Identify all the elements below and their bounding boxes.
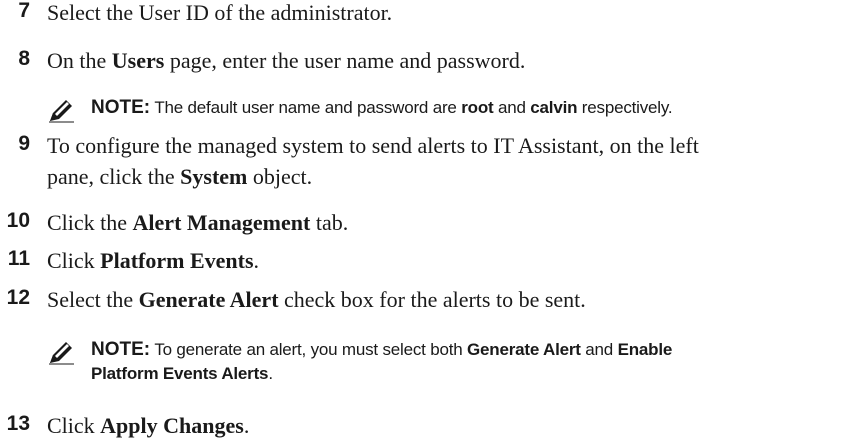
ui-term: Users xyxy=(111,48,165,73)
step-text: On the Users page, enter the user name a… xyxy=(47,48,526,73)
step-number: 8 xyxy=(18,47,30,70)
step-text: Select the Generate Alert check box for … xyxy=(47,287,586,312)
ui-term: Generate Alert xyxy=(138,287,279,312)
step-text: Click Platform Events. xyxy=(47,248,260,273)
step-number: 12 xyxy=(6,286,30,309)
step-text: To configure the managed system to send … xyxy=(47,133,699,189)
step-text: Click Apply Changes. xyxy=(47,413,250,438)
ui-term: System xyxy=(180,164,248,189)
ui-term: Alert Management xyxy=(132,210,311,235)
ui-term: Apply Changes xyxy=(100,413,244,438)
pencil-icon xyxy=(49,342,74,365)
note-label: NOTE: xyxy=(91,339,151,360)
step-number: 9 xyxy=(18,132,30,155)
step-number: 7 xyxy=(18,0,30,22)
pencil-icon xyxy=(49,100,74,123)
note-label: NOTE: xyxy=(91,97,151,118)
step-text: Click the Alert Management tab. xyxy=(47,210,349,235)
step-number: 13 xyxy=(6,412,30,435)
note-text: NOTE: To generate an alert, you must sel… xyxy=(91,339,673,383)
step-text: Select the User ID of the administrator. xyxy=(47,0,393,25)
ui-term: Platform Events xyxy=(100,248,254,273)
step-number: 10 xyxy=(6,209,30,232)
step-number: 11 xyxy=(7,247,30,270)
instruction-page: 7 Select the User ID of the administrato… xyxy=(0,0,842,441)
note-text: NOTE: The default user name and password… xyxy=(91,97,673,118)
